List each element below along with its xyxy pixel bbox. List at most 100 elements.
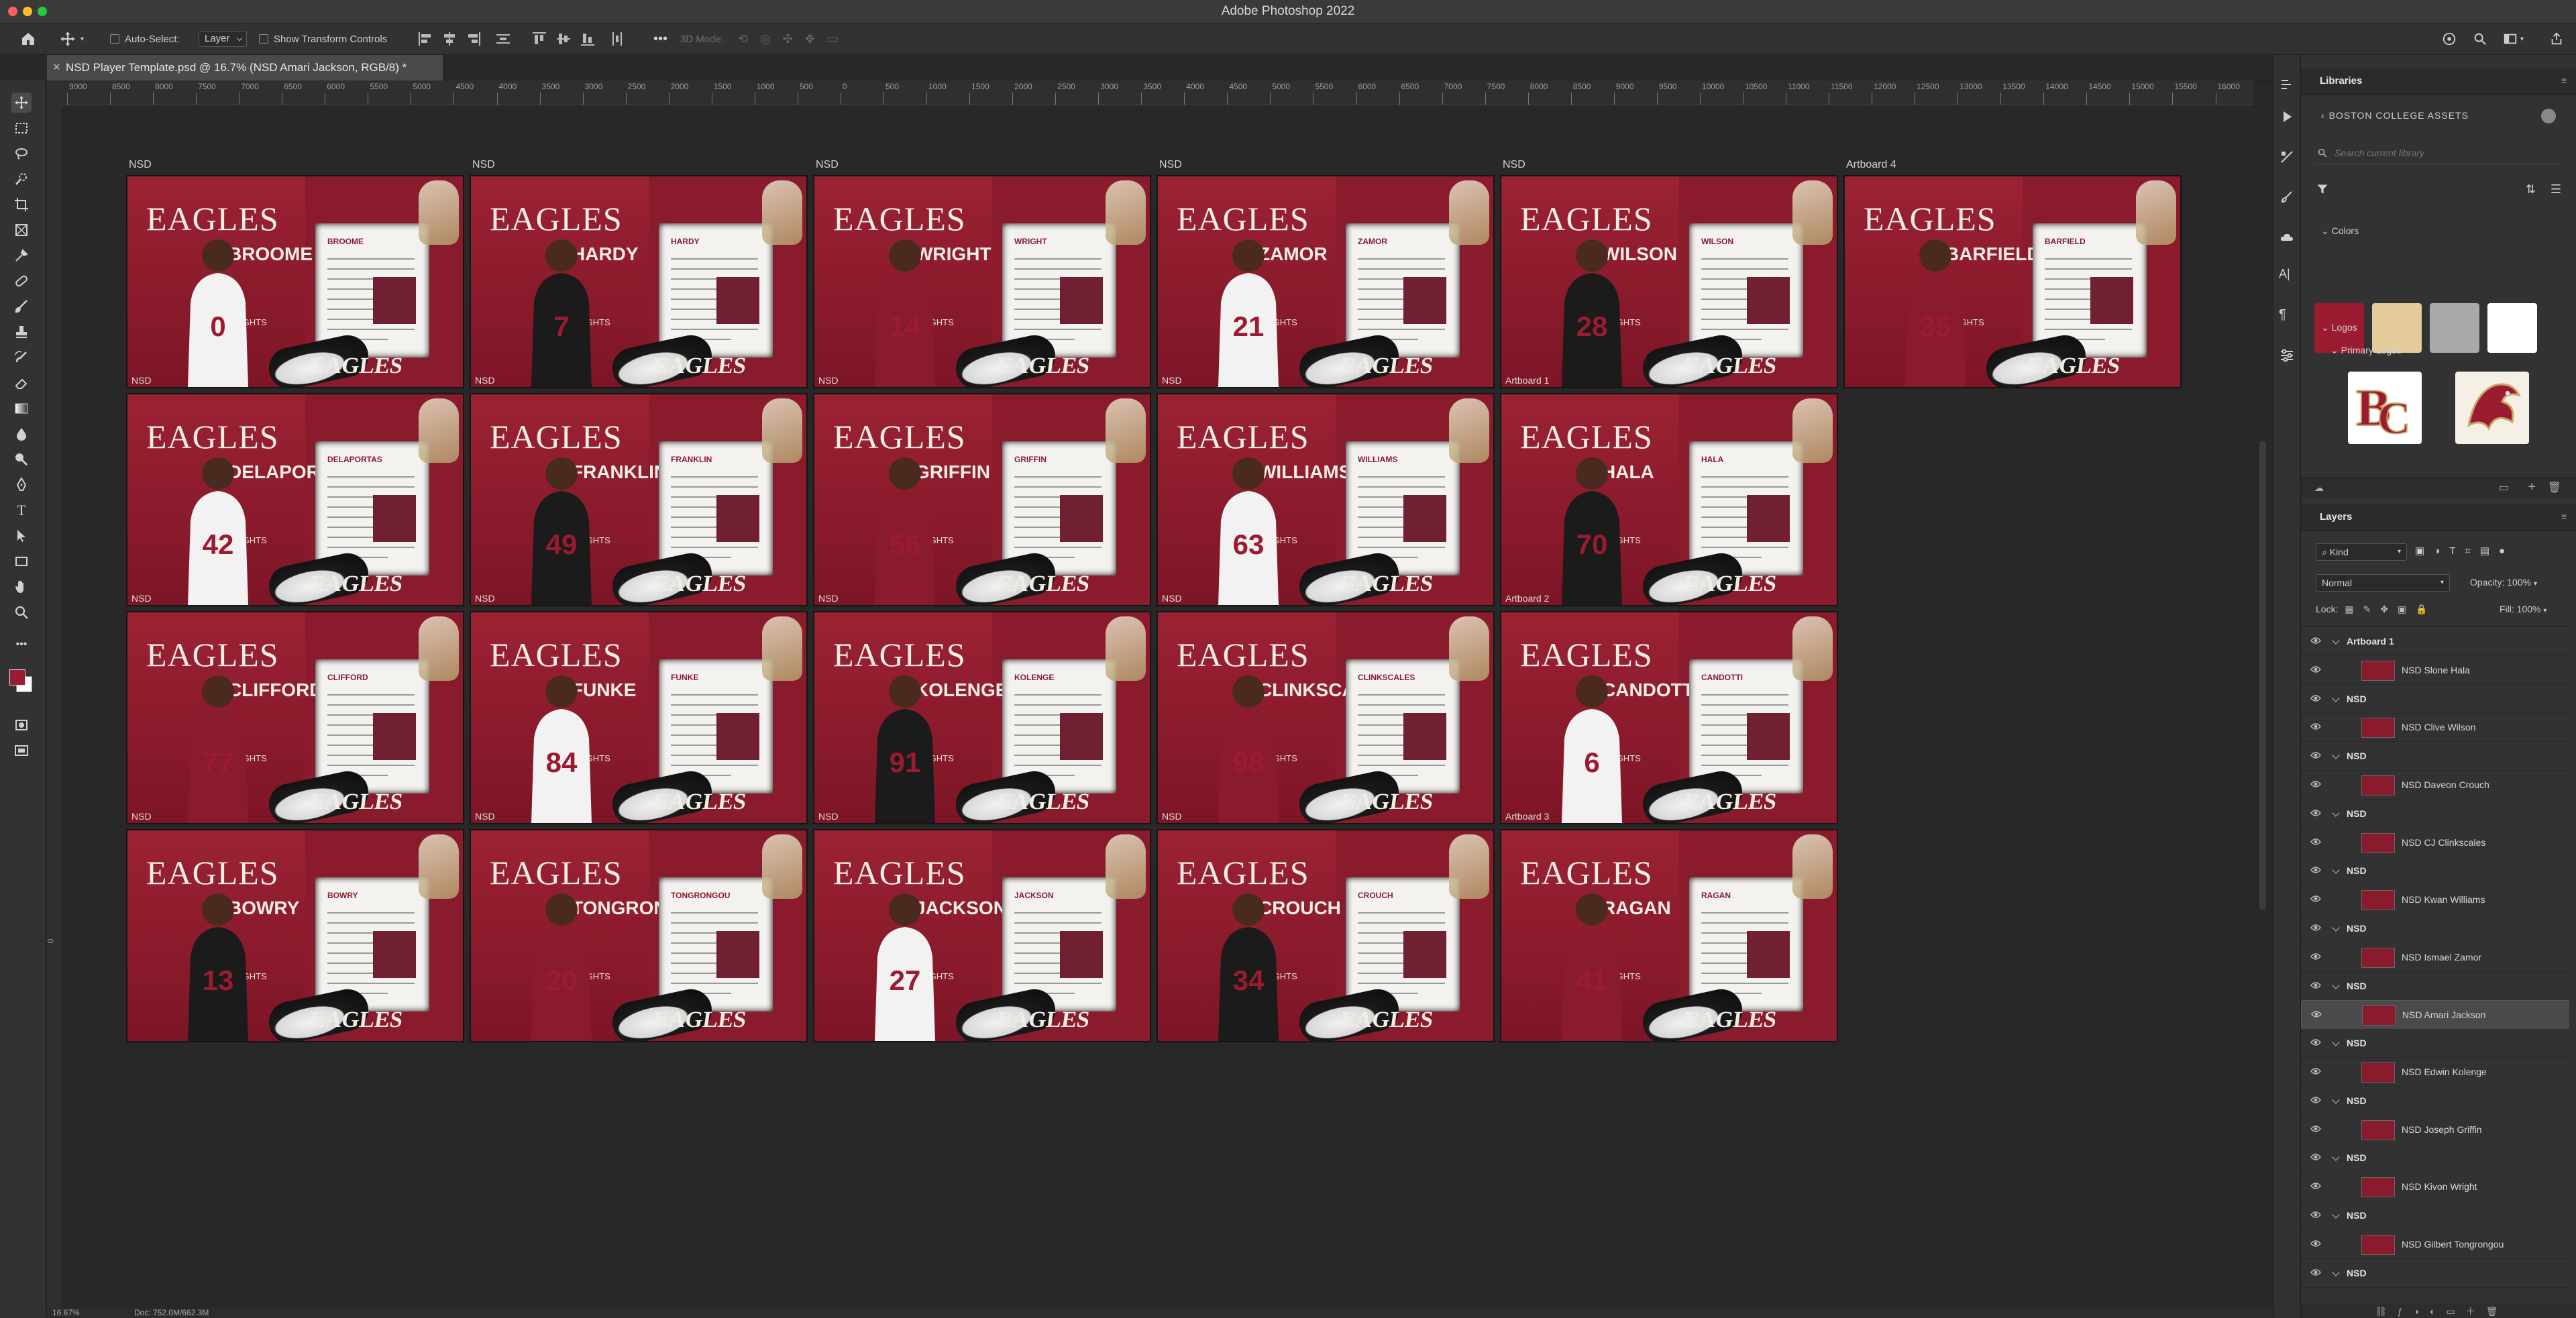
- artboard[interactable]: EAGLES KOLENGE HEIGHTS 91 KOLENGE EAGLES NSD: [813, 611, 1151, 824]
- artboard[interactable]: EAGLES HARDY HEIGHTS 7 HARDY EAGLES NSD: [470, 175, 808, 388]
- lasso-tool-icon[interactable]: [11, 144, 32, 164]
- layers-footer-icons[interactable]: ⛓ƒ◑◐▭＋🗑: [2375, 1305, 2508, 1318]
- layer-group-row[interactable]: NSD: [2301, 971, 2569, 1001]
- document-tab[interactable]: ✕ NSD Player Template.psd @ 16.7% (NSD A…: [47, 55, 443, 82]
- visibility-eye-icon[interactable]: [2310, 838, 2321, 846]
- layer-row[interactable]: NSD Amari Jackson: [2301, 1000, 2569, 1030]
- layer-group-row[interactable]: NSD: [2301, 857, 2569, 886]
- visibility-eye-icon[interactable]: [2310, 895, 2321, 903]
- rectangle-tool-icon[interactable]: [11, 551, 32, 571]
- artboard-title-label[interactable]: NSD: [1159, 159, 1182, 171]
- home-icon[interactable]: [20, 30, 36, 48]
- visibility-eye-icon[interactable]: [2310, 809, 2321, 817]
- marquee-tool-icon[interactable]: [11, 118, 32, 138]
- delete-library-icon[interactable]: 🗑: [2548, 481, 2561, 494]
- visibility-eye-icon[interactable]: [2310, 722, 2321, 730]
- artboard[interactable]: EAGLES BARFIELD HEIGHTS 35 BARFIELD EAGLES: [1843, 175, 2182, 388]
- align-middle-icon[interactable]: [557, 32, 570, 46]
- layer-row[interactable]: NSD Kwan Williams: [2301, 885, 2569, 915]
- distribute-vertical-icon[interactable]: [496, 32, 510, 46]
- layer-group-row[interactable]: NSD: [2301, 914, 2569, 943]
- library-collaborators-icon[interactable]: [2541, 109, 2556, 123]
- more-options-icon[interactable]: •••: [653, 30, 667, 48]
- artboard-title-label[interactable]: NSD: [816, 159, 839, 171]
- eagle-logo-thumbnail[interactable]: [2455, 372, 2529, 444]
- libraries-panel-header[interactable]: Libraries ≡: [2301, 68, 2576, 95]
- align-left-icon[interactable]: [419, 32, 432, 46]
- add-element-icon[interactable]: +: [2528, 480, 2536, 495]
- artboard[interactable]: EAGLES JACKSON HEIGHTS 27 JACKSON EAGLES: [813, 829, 1151, 1042]
- layer-row[interactable]: NSD Joseph Griffin: [2301, 1115, 2569, 1144]
- layers-panel-header[interactable]: Layers ≡: [2301, 504, 2576, 531]
- layer-group-row[interactable]: NSD: [2301, 742, 2569, 771]
- distribute-horizontal-icon[interactable]: [610, 32, 624, 46]
- group-expand-chevron-icon[interactable]: [2332, 694, 2340, 702]
- artboard-title-label[interactable]: NSD: [129, 159, 152, 171]
- group-expand-chevron-icon[interactable]: [2332, 751, 2340, 759]
- fill-value[interactable]: 100%: [2517, 604, 2541, 614]
- visibility-eye-icon[interactable]: [2310, 1182, 2321, 1190]
- layer-group-row[interactable]: NSD: [2301, 1086, 2569, 1115]
- visibility-eye-icon[interactable]: [2310, 1211, 2321, 1219]
- layer-row[interactable]: NSD Slone Hala: [2301, 656, 2569, 685]
- group-expand-chevron-icon[interactable]: [2332, 866, 2340, 875]
- artboard[interactable]: EAGLES WILSON HEIGHTS 28 WILSON EAGLES Artboar…: [1500, 175, 1838, 388]
- sort-icon[interactable]: ⇅: [2526, 182, 2536, 197]
- layer-group-row[interactable]: Artboard 1: [2301, 627, 2569, 656]
- layer-filter-kind-dropdown[interactable]: ⌕ Kind ▾: [2316, 543, 2407, 561]
- artboard[interactable]: EAGLES BROOME HEIGHTS 0 BROOME EAGLES NSD: [126, 175, 464, 388]
- group-expand-chevron-icon[interactable]: [2332, 809, 2340, 817]
- lock-icons[interactable]: ▦✎✥▣🔒: [2345, 604, 2436, 614]
- layer-row[interactable]: NSD CJ Clinkscales: [2301, 828, 2569, 857]
- healing-brush-tool-icon[interactable]: [11, 271, 32, 291]
- crop-tool-icon[interactable]: [11, 195, 32, 215]
- visibility-eye-icon[interactable]: [2310, 1067, 2321, 1075]
- type-tool-icon[interactable]: T: [11, 500, 32, 520]
- screen-mode-icon[interactable]: [11, 740, 32, 761]
- visibility-eye-icon[interactable]: [2310, 751, 2321, 759]
- layers-menu-icon[interactable]: ≡: [2561, 511, 2567, 522]
- move-tool-icon[interactable]: [11, 93, 32, 113]
- share-icon[interactable]: [2549, 30, 2564, 48]
- visibility-eye-icon[interactable]: [2310, 866, 2321, 874]
- artboard[interactable]: EAGLES WILLIAMS HEIGHTS 63 WILLIAMS EAGLES NSD: [1157, 393, 1495, 606]
- colors-section[interactable]: ⌄ Colors: [2321, 225, 2359, 237]
- artboard[interactable]: EAGLES HALA HEIGHTS 70 HALA EAGLES Artboard 2: [1500, 393, 1838, 606]
- bc-logo-thumbnail[interactable]: BC: [2348, 372, 2422, 444]
- artboard-title-label[interactable]: NSD: [1503, 159, 1525, 171]
- library-search-input[interactable]: [2333, 145, 2537, 161]
- group-expand-chevron-icon[interactable]: [2332, 924, 2340, 932]
- visibility-eye-icon[interactable]: [2311, 1010, 2322, 1018]
- align-top-icon[interactable]: [533, 32, 546, 46]
- artboard[interactable]: EAGLES GRIFFIN HEIGHTS 56 GRIFFIN EAGLES NSD: [813, 393, 1151, 606]
- zoom-level[interactable]: 16.67%: [52, 1308, 80, 1317]
- group-expand-chevron-icon[interactable]: [2332, 981, 2340, 989]
- opacity-value[interactable]: 100%: [2507, 577, 2531, 588]
- artboard[interactable]: EAGLES RAGAN HEIGHTS 41 RAGAN EAGLES: [1500, 829, 1838, 1042]
- visibility-eye-icon[interactable]: [2310, 1240, 2321, 1248]
- artboard[interactable]: EAGLES BOWRY HEIGHTS 13 BOWRY EAGLES: [126, 829, 464, 1042]
- layer-group-row[interactable]: NSD: [2301, 799, 2569, 828]
- library-color-swatch[interactable]: [2487, 303, 2537, 353]
- layer-row[interactable]: NSD Clive Wilson: [2301, 713, 2569, 743]
- history-brush-tool-icon[interactable]: [11, 347, 32, 368]
- artboard[interactable]: EAGLES CLINKSCALES HEIGHTS 98 CLINKSCALES EAG…: [1157, 611, 1495, 824]
- foreground-color-swatch[interactable]: [9, 669, 25, 685]
- artboard[interactable]: EAGLES CLIFFORD HEIGHTS 77 CLIFFORD EAGLES NSD: [126, 611, 464, 824]
- layer-group-row[interactable]: NSD: [2301, 684, 2569, 714]
- layer-group-row[interactable]: NSD: [2301, 1201, 2569, 1230]
- artboard[interactable]: EAGLES TONGRONGOU HEIGHTS 20 TONGRONGOU EAGLE…: [470, 829, 808, 1042]
- search-icon[interactable]: [2473, 30, 2487, 48]
- eraser-tool-icon[interactable]: [11, 373, 32, 393]
- vertical-ruler[interactable]: 0: [46, 105, 62, 1312]
- eyedropper-tool-icon[interactable]: [11, 245, 32, 266]
- fill-control[interactable]: Fill: 100% ▾: [2500, 604, 2546, 614]
- zoom-tool-icon[interactable]: [11, 602, 32, 622]
- visibility-eye-icon[interactable]: [2310, 952, 2321, 960]
- visibility-eye-icon[interactable]: [2310, 924, 2321, 932]
- auto-select-checkbox[interactable]: Auto-Select:: [110, 30, 180, 48]
- edit-toolbar-icon[interactable]: •••: [11, 635, 32, 655]
- adjustments-panel-icon[interactable]: [2279, 149, 2295, 165]
- auto-select-dropdown[interactable]: Layer: [199, 30, 247, 48]
- ruler-origin[interactable]: [47, 80, 62, 105]
